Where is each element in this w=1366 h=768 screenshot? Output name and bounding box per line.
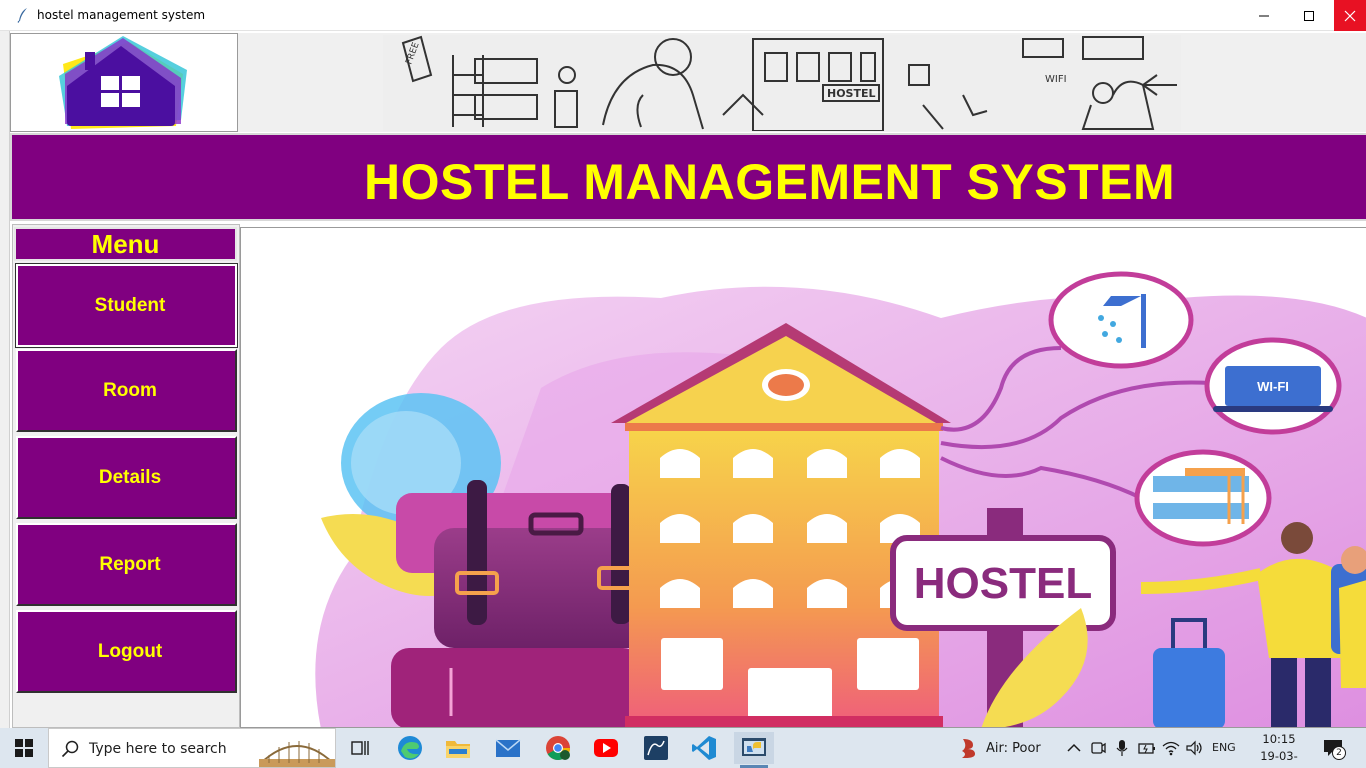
window-title: hostel management system	[37, 8, 206, 22]
search-placeholder: Type here to search	[89, 741, 227, 757]
python-tk-window-icon	[742, 738, 766, 756]
window-titlebar: hostel management system	[0, 0, 1366, 31]
edge-browser-icon	[398, 736, 422, 760]
minimize-button[interactable]	[1241, 0, 1287, 31]
wifi-icon[interactable]	[1162, 738, 1180, 758]
vscode-icon	[692, 736, 716, 760]
mail-icon	[495, 739, 521, 757]
meet-now-icon[interactable]	[1090, 738, 1108, 758]
menu-logout-label: Logout	[97, 640, 163, 662]
start-button[interactable]	[0, 728, 48, 768]
banner-hostel-label: HOSTEL	[827, 87, 876, 100]
taskbar-youtube-button[interactable]	[586, 732, 626, 764]
hostel-illustration-panel: WI-FI HOSTEL	[240, 227, 1366, 728]
air-quality-text: Air: Poor	[986, 740, 1041, 756]
chrome-icon	[546, 736, 570, 761]
taskbar-mysql-workbench-button[interactable]	[636, 732, 676, 764]
maximize-button[interactable]	[1286, 0, 1332, 31]
clock-date: 19-03-2023	[1260, 749, 1298, 768]
app-header: HOSTEL MANAGEMENT SYSTEM	[10, 133, 1366, 221]
mysql-workbench-icon	[644, 736, 668, 760]
close-icon	[1344, 10, 1356, 21]
taskbar-file-explorer-button[interactable]	[438, 732, 478, 764]
microphone-icon[interactable]	[1114, 738, 1132, 758]
menu-details-label: Details	[98, 466, 162, 488]
menu-room-label: Room	[103, 379, 157, 401]
hostel-illustration: WI-FI HOSTEL	[315, 271, 1366, 727]
window-left-edge	[0, 31, 10, 759]
taskbar-search-box[interactable]: Type here to search	[48, 728, 336, 768]
hostel-sign-text: HOSTEL	[914, 559, 1092, 608]
clock-time: 10:15	[1262, 732, 1296, 746]
menu-title: Menu	[14, 227, 237, 261]
youtube-icon	[594, 739, 618, 757]
air-quality-icon	[962, 739, 975, 758]
menu-room-button[interactable]: Room	[16, 349, 237, 432]
hostel-logo-icon	[59, 36, 187, 129]
taskbar-python-button[interactable]	[734, 732, 774, 768]
page-title: HOSTEL MANAGEMENT SYSTEM	[364, 154, 1176, 210]
close-button[interactable]	[1334, 0, 1366, 31]
feather-icon	[17, 8, 27, 23]
hostel-doodle-banner: FREE HOSTEL WIFI	[383, 35, 1181, 131]
menu-student-button[interactable]: Student	[15, 263, 238, 348]
air-quality-widget[interactable]: Air: Poor	[958, 728, 1041, 768]
chevron-up-icon[interactable]	[1066, 738, 1084, 758]
menu-details-button[interactable]: Details	[16, 436, 237, 519]
maximize-icon	[1304, 10, 1314, 21]
battery-charging-icon[interactable]	[1138, 738, 1156, 758]
notification-count-badge: 2	[1332, 746, 1346, 760]
notification-center-button[interactable]: 2	[1322, 738, 1346, 760]
wifi-label: WI-FI	[1257, 379, 1289, 394]
search-highlight-bridge-icon	[259, 741, 335, 767]
volume-icon[interactable]	[1185, 738, 1203, 758]
menu-student-label: Student	[94, 294, 166, 316]
taskbar-mail-button[interactable]	[488, 732, 528, 764]
logo-panel	[10, 33, 238, 132]
taskbar-edge-button[interactable]	[390, 732, 430, 764]
windows-taskbar: Type here to search Air: Poor ENG 10:15 …	[0, 728, 1366, 768]
banner-wifi-label: WIFI	[1045, 74, 1067, 85]
folder-icon	[446, 741, 470, 758]
menu-report-button[interactable]: Report	[16, 523, 237, 606]
menu-logout-button[interactable]: Logout	[16, 610, 237, 693]
search-icon	[61, 740, 79, 758]
task-view-button[interactable]	[340, 732, 380, 764]
task-view-icon	[351, 741, 369, 755]
language-indicator[interactable]: ENG	[1212, 741, 1236, 754]
windows-logo-icon	[15, 739, 33, 757]
minimize-icon	[1259, 15, 1269, 16]
menu-report-label: Report	[99, 553, 161, 575]
taskbar-chrome-button[interactable]	[538, 732, 578, 764]
taskbar-vscode-button[interactable]	[684, 732, 724, 764]
taskbar-clock[interactable]: 10:15 19-03-2023	[1246, 731, 1312, 768]
